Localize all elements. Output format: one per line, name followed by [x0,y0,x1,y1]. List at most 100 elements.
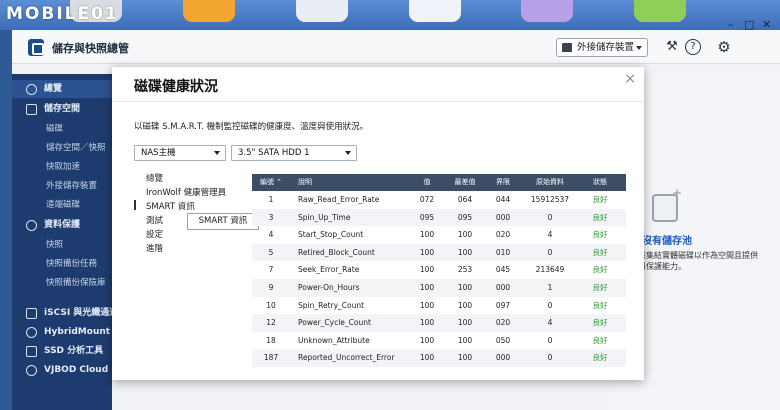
sidebar-item-cache[interactable]: 快取加速 [12,158,112,176]
sidebar-item-iscsi[interactable]: iSCSI 與光纖通道 [12,304,112,322]
cell-threshold: 000 [495,283,511,292]
sidebar-item-label: 快照備份保險庫 [46,278,106,288]
nav-overview[interactable]: 總覽 [146,172,163,184]
cell-value: 072 [419,195,435,204]
close-window-button[interactable]: ✕ [762,18,771,31]
table-row[interactable]: 5 Retired_Block_Count 100 100 010 0 良好 [252,243,626,262]
cell-raw: 0 [547,300,553,310]
no-pool-description: 用來集結實體磁碟以作為空間且提供資料保護能力。 [630,251,758,271]
sidebar-item-data-protection[interactable]: 資料保護 [12,216,112,234]
nav-settings[interactable]: 設定 [146,228,163,240]
cell-description: Seek_Error_Rate [298,265,360,275]
cell-id: 1 [268,195,274,204]
cell-threshold: 000 [495,212,511,222]
sidebar-item-ssd-profiling[interactable]: SSD 分析工具 [12,342,112,360]
nav-test[interactable]: 測試 [146,214,163,226]
table-row[interactable]: 1 Raw_Read_Error_Rate 072 064 044 15912537 良好 [252,191,626,209]
table-row[interactable]: 3 Spin_Up_Time 095 095 000 0 良好 [252,208,626,227]
col-header-description[interactable]: 說明 [298,174,418,191]
cell-worst: 095 [457,212,473,222]
cell-id: 7 [268,265,274,275]
disk-select[interactable]: 3.5" SATA HDD 1 [231,145,357,161]
cell-raw: 213649 [535,265,565,275]
sidebar-item-storage-snapshots[interactable]: 儲存空間／快照 [12,139,112,157]
gauge-icon [26,84,37,95]
cell-status: 良好 [592,265,608,275]
cell-value: 100 [419,318,435,328]
sidebar-item-snapshot-vault[interactable]: 快照備份保險庫 [12,274,112,292]
no-pool-title[interactable]: 沒有儲存池 [642,232,692,247]
sidebar-item-storage[interactable]: 儲存空間 [12,100,112,118]
desktop-app-icon[interactable] [634,0,686,22]
cell-description: Start_Stop_Count [298,230,364,240]
col-header-worst[interactable]: 最差值 [446,174,484,191]
sidebar-item-disks[interactable]: 磁碟 [12,120,112,138]
desktop-app-icon[interactable] [296,0,348,22]
sidebar-item-external-storage[interactable]: 外接儲存裝置 [12,177,112,195]
chevron-down-icon [214,151,220,155]
cell-id: 18 [266,335,276,345]
cell-status: 良好 [592,300,608,310]
sidebar-item-label: 遠端磁碟 [46,200,81,210]
table-row[interactable]: 9 Power-On_Hours 100 100 000 1 良好 [252,279,626,297]
col-header-raw[interactable]: 原始資料 [522,174,578,191]
divider [112,101,644,102]
cell-id: 3 [268,212,274,222]
table-row[interactable]: 187 Reported_Uncorrect_Error 100 100 000 0 良好 [252,349,626,367]
cell-worst: 100 [457,318,473,328]
cell-threshold: 050 [495,335,511,345]
cell-value: 100 [419,300,435,310]
close-icon[interactable]: × [624,71,636,87]
desktop-app-icon[interactable] [183,0,235,22]
external-storage-dropdown[interactable]: 外接儲存裝置 [556,38,648,57]
desktop-app-icon[interactable] [409,0,461,22]
cell-worst: 064 [457,195,473,204]
device-select-value: NAS主機 [141,148,176,158]
nav-advanced[interactable]: 進階 [146,242,163,254]
maximize-button[interactable]: □ [744,18,754,31]
sidebar-item-label: 快照 [46,240,64,250]
cell-threshold: 045 [495,265,511,275]
cell-threshold: 020 [495,230,511,240]
gear-icon[interactable]: ⚙ [716,39,732,55]
cell-id: 9 [268,283,274,292]
iscsi-icon [26,308,37,319]
sidebar-item-label: iSCSI 與光纖通道 [44,308,112,318]
cell-status: 良好 [592,335,608,345]
cell-raw: 0 [547,335,553,345]
col-header-threshold[interactable]: 界限 [484,174,522,191]
col-header-id[interactable]: 編號 ⌃ [252,174,290,191]
nav-smart-info[interactable]: SMART 資訊 [146,200,195,212]
sidebar-item-overview[interactable]: 總覽 [12,80,112,98]
col-header-value[interactable]: 值 [408,174,446,191]
table-row[interactable]: 12 Power_Cycle_Count 100 100 020 4 良好 [252,314,626,332]
nav-ironwolf-health[interactable]: IronWolf 健康管理員 [146,186,226,198]
sidebar-item-remote-disk[interactable]: 遠端磁碟 [12,196,112,214]
col-header-status[interactable]: 狀態 [578,174,622,191]
cell-value: 100 [419,335,435,345]
database-icon [26,104,37,115]
table-row[interactable]: 7 Seek_Error_Rate 100 253 045 213649 良好 [252,261,626,279]
sidebar-item-label: 儲存空間 [44,104,81,114]
cell-status: 良好 [592,212,608,222]
cell-worst: 100 [457,335,473,345]
table-row[interactable]: 18 Unknown_Attribute 100 100 050 0 良好 [252,332,626,350]
cell-description: Power_Cycle_Count [298,318,371,328]
sidebar-item-vjbod-cloud[interactable]: VJBOD Cloud [12,361,112,379]
minimize-button[interactable]: – [728,18,734,31]
cell-value: 095 [419,212,435,222]
table-row[interactable]: 10 Spin_Retry_Count 100 100 097 0 良好 [252,297,626,315]
table-row[interactable]: 4 Start_Stop_Count 100 100 020 4 良好 [252,226,626,244]
cell-status: 良好 [592,353,608,363]
desktop-app-icon[interactable] [521,0,573,22]
search-tool-icon[interactable]: ⚒ [664,39,680,55]
device-select[interactable]: NAS主機 [134,145,226,161]
sidebar-item-hybridmount[interactable]: HybridMount [12,323,112,341]
cell-description: Spin_Retry_Count [298,300,365,310]
sidebar-item-snapshot-backup-jobs[interactable]: 快照備份任務 [12,255,112,273]
title-bar: 儲存與快照總管 外接儲存裝置 ⚒ ? ⚙ – □ ✕ [12,18,780,64]
sidebar-item-snapshots[interactable]: 快照 [12,236,112,254]
cell-threshold: 044 [495,195,511,204]
help-icon[interactable]: ? [685,39,701,55]
cell-threshold: 000 [495,353,511,363]
